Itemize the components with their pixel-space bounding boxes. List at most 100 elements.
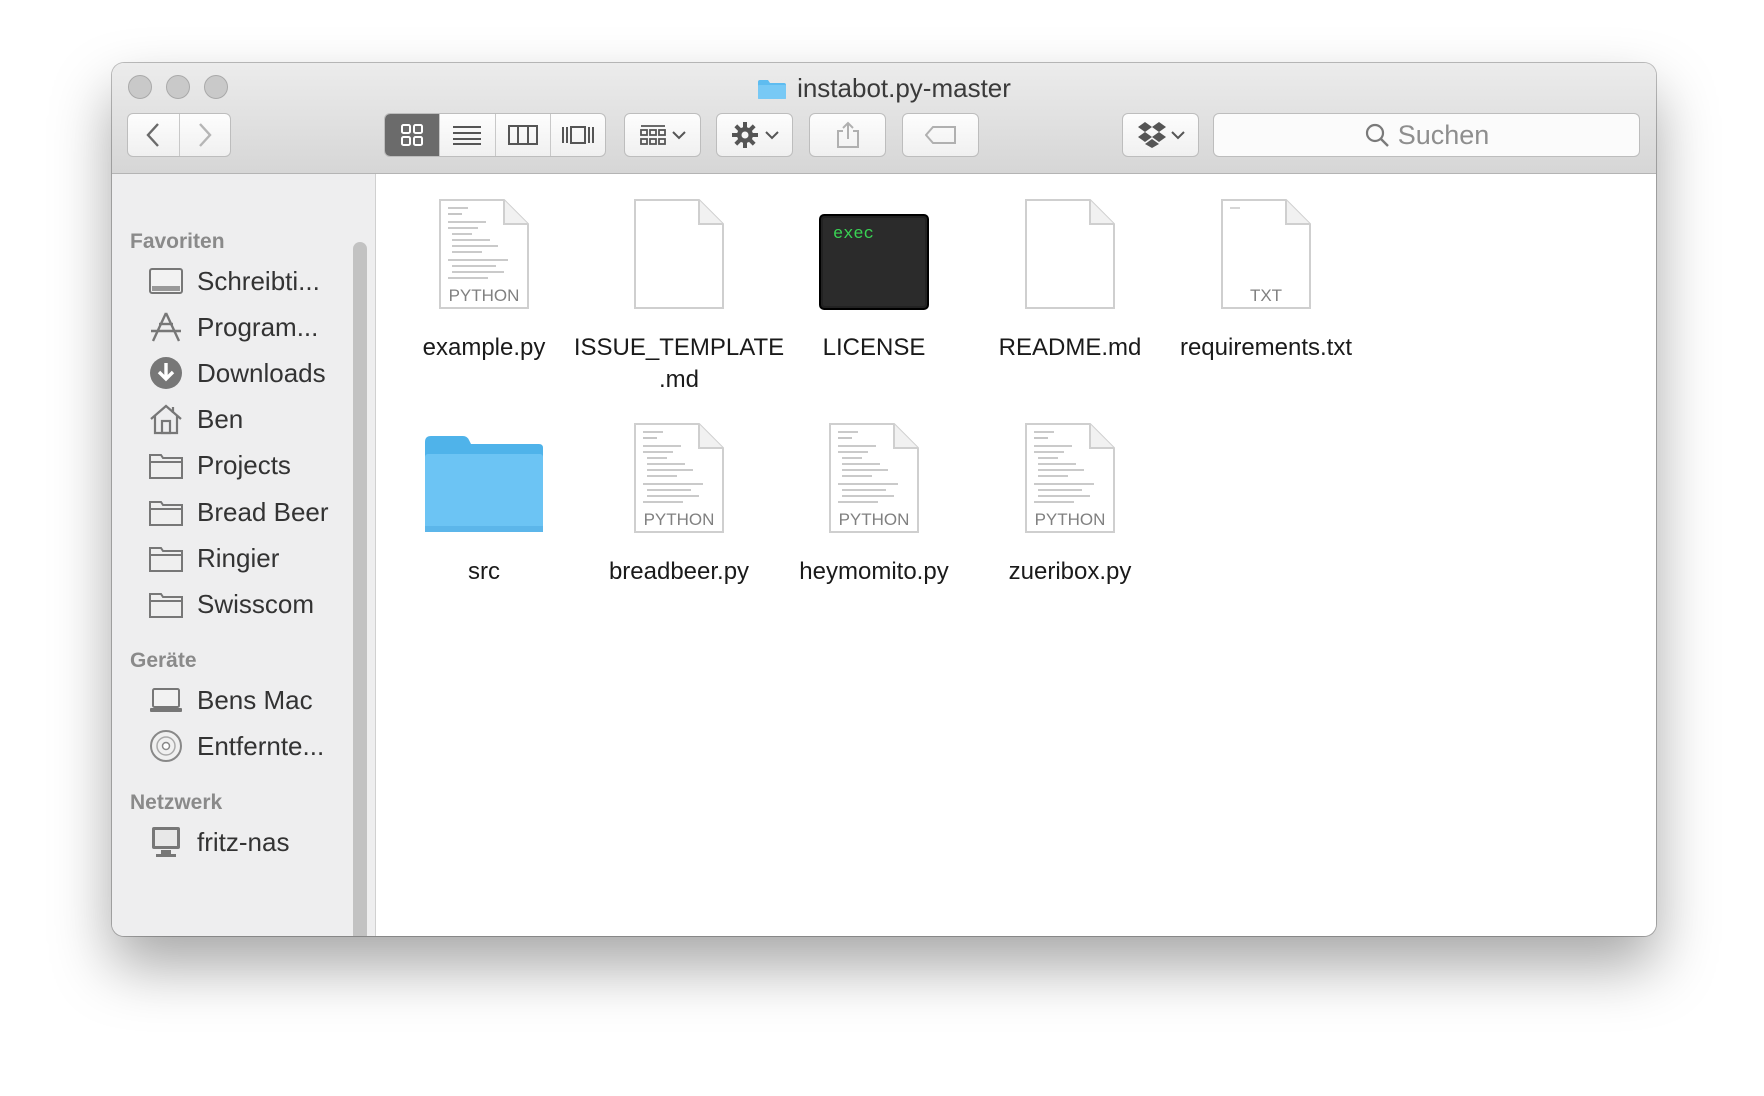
cover-flow-button[interactable] [551, 114, 605, 156]
sidebar: Favoriten Schreibti... Program... Downlo… [112, 174, 376, 936]
sidebar-item-ringier[interactable]: Ringier [148, 538, 279, 578]
chevron-down-icon [671, 131, 686, 140]
back-button[interactable] [128, 114, 180, 156]
document-icon [1025, 199, 1115, 309]
sidebar-item-fritz-nas[interactable]: fritz-nas [148, 822, 289, 862]
sidebar-item-projects[interactable]: Projects [148, 445, 291, 485]
text-file-icon: TXT [1221, 199, 1311, 309]
network-computer-icon [148, 824, 184, 860]
sidebar-item-downloads[interactable]: Downloads [148, 353, 326, 393]
sidebar-item-label: Swisscom [197, 588, 315, 619]
list-view-button[interactable] [440, 114, 496, 156]
file-name: example.py [422, 334, 546, 361]
file-item-readme[interactable]: README.md [962, 182, 1178, 364]
file-name: zueribox.py [1008, 558, 1132, 585]
arrange-button[interactable] [624, 113, 701, 157]
sidebar-item-label: fritz-nas [197, 826, 290, 857]
tags-button[interactable] [902, 113, 979, 157]
laptop-icon [148, 682, 184, 718]
desktop-icon [148, 263, 184, 299]
action-menu-button[interactable] [716, 113, 793, 157]
cover-flow-icon [561, 126, 594, 144]
share-button[interactable] [809, 113, 886, 157]
python-file-icon: PYTHON [439, 199, 529, 309]
sidebar-item-bread-beer[interactable]: Bread Beer [148, 492, 329, 532]
folder-icon [758, 79, 787, 99]
file-item-license[interactable]: exec LICENSE [766, 182, 982, 364]
search-icon [1365, 123, 1389, 147]
folder-icon [148, 540, 184, 576]
tag-icon [924, 126, 956, 144]
sidebar-item-label: Ringier [197, 542, 280, 573]
sidebar-item-swisscom[interactable]: Swisscom [148, 584, 314, 624]
sidebar-section-network: Netzwerk [130, 791, 223, 814]
arrange-grid-icon [639, 125, 666, 145]
sidebar-item-label: Schreibti... [197, 265, 320, 296]
column-view-button[interactable] [496, 114, 551, 156]
file-item-src-folder[interactable]: src [376, 406, 592, 588]
python-file-icon: PYTHON [1025, 423, 1115, 533]
folder-icon [148, 494, 184, 530]
sidebar-item-label: Projects [197, 449, 291, 480]
sidebar-item-remote-disc[interactable]: Entfernte... [148, 726, 324, 766]
sidebar-item-label: Ben [197, 403, 244, 434]
icon-view-button[interactable] [385, 114, 441, 156]
sidebar-item-applications[interactable]: Program... [148, 307, 318, 347]
sidebar-item-desktop[interactable]: Schreibti... [148, 261, 320, 301]
sidebar-item-bens-mac[interactable]: Bens Mac [148, 680, 313, 720]
grid-view-icon [401, 124, 424, 146]
file-type-badge: PYTHON [1035, 510, 1106, 529]
file-item-requirements[interactable]: TXT requirements.txt [1158, 182, 1374, 364]
disc-icon [148, 728, 184, 764]
home-icon [148, 401, 184, 437]
file-grid: PYTHON example.py ISSUE_TEMPLATE.md exec [376, 174, 1656, 936]
sidebar-item-label: Bens Mac [197, 684, 313, 715]
exec-label: exec [833, 225, 874, 244]
file-item-zueribox-py[interactable]: PYTHON zueribox.py [962, 406, 1178, 588]
file-type-badge: PYTHON [449, 286, 520, 305]
applications-icon [148, 309, 184, 345]
file-item-example-py[interactable]: PYTHON example.py [376, 182, 592, 364]
chevron-down-icon [1170, 131, 1185, 140]
chevron-down-icon [764, 131, 779, 140]
folder-icon [148, 447, 184, 483]
chevron-right-icon [198, 123, 212, 147]
window-title-text: instabot.py-master [797, 73, 1011, 103]
file-type-badge: TXT [1250, 286, 1282, 305]
file-item-issue-template[interactable]: ISSUE_TEMPLATE.md [571, 182, 787, 396]
navigation-buttons [127, 113, 231, 157]
folder-icon [425, 436, 543, 532]
search-field[interactable]: Suchen [1213, 113, 1640, 157]
search-placeholder: Suchen [1397, 119, 1490, 150]
sidebar-item-home[interactable]: Ben [148, 399, 243, 439]
gear-icon [731, 122, 758, 148]
forward-button[interactable] [180, 114, 231, 156]
sidebar-scrollbar[interactable] [353, 242, 367, 936]
python-file-icon: PYTHON [634, 423, 724, 533]
column-view-icon [507, 125, 538, 145]
sidebar-item-label: Entfernte... [197, 730, 325, 761]
chevron-left-icon [146, 123, 160, 147]
downloads-icon [148, 355, 184, 391]
terminal-exec-icon: exec [819, 214, 929, 310]
file-name: ISSUE_TEMPLATE.md [573, 334, 785, 393]
dropbox-icon [1137, 122, 1166, 148]
finder-window: instabot.py-master Suchen Favoriten Schr… [112, 63, 1656, 936]
view-mode-buttons [384, 113, 606, 157]
file-item-heymomito-py[interactable]: PYTHON heymomito.py [766, 406, 982, 588]
dropbox-button[interactable] [1122, 113, 1199, 157]
file-type-badge: PYTHON [644, 510, 715, 529]
file-name: LICENSE [822, 334, 926, 361]
file-item-breadbeer-py[interactable]: PYTHON breadbeer.py [571, 406, 787, 588]
file-name: src [468, 558, 500, 585]
title-bar: instabot.py-master Suchen [112, 63, 1656, 174]
sidebar-item-label: Program... [197, 311, 319, 342]
file-name: requirements.txt [1179, 334, 1353, 361]
file-name: breadbeer.py [608, 558, 750, 585]
folder-icon [148, 586, 184, 622]
sidebar-section-favorites: Favoriten [130, 230, 225, 253]
file-name: heymomito.py [799, 558, 949, 585]
window-title: instabot.py-master [112, 73, 1656, 104]
python-file-icon: PYTHON [829, 423, 919, 533]
sidebar-section-devices: Geräte [130, 649, 197, 672]
